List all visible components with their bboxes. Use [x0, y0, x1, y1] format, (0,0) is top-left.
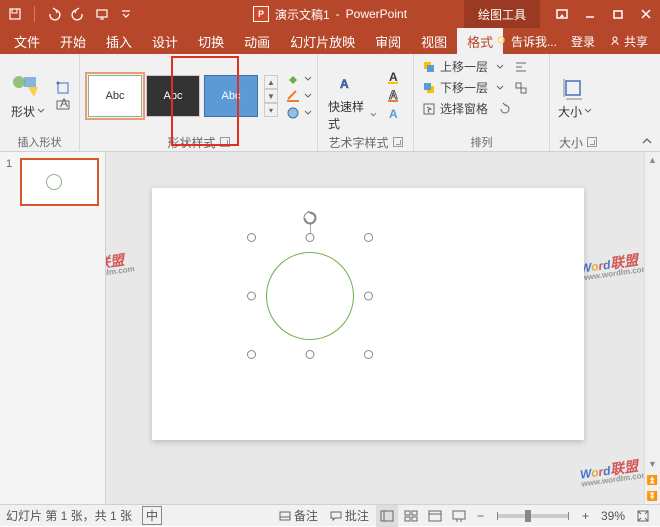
- redo-icon[interactable]: [71, 7, 85, 21]
- resize-handle[interactable]: [306, 350, 315, 359]
- svg-text:A: A: [389, 107, 398, 121]
- shape-style-1[interactable]: Abc: [88, 75, 142, 117]
- next-slide-icon[interactable]: ⏬: [645, 488, 660, 504]
- tab-file[interactable]: 文件: [4, 28, 50, 54]
- shape-fill-button[interactable]: [286, 72, 312, 86]
- close-button[interactable]: [632, 0, 660, 28]
- quick-styles-button[interactable]: A 快速样式: [326, 58, 379, 134]
- tab-slideshow[interactable]: 幻灯片放映: [280, 28, 365, 54]
- resize-handle[interactable]: [364, 292, 373, 301]
- signin-button[interactable]: 登录: [565, 28, 601, 54]
- resize-handle[interactable]: [247, 350, 256, 359]
- tab-insert[interactable]: 插入: [96, 28, 142, 54]
- gallery-up-icon[interactable]: ▲: [264, 75, 278, 89]
- fit-to-window-icon[interactable]: [632, 505, 654, 527]
- svg-text:A: A: [340, 77, 349, 91]
- shape-style-gallery[interactable]: Abc Abc Abc ▲ ▼ ▾: [88, 75, 278, 117]
- slide-thumbnail-1[interactable]: 1: [6, 158, 99, 206]
- reading-view-icon[interactable]: [424, 505, 446, 527]
- tab-animations[interactable]: 动画: [234, 28, 280, 54]
- resize-handle[interactable]: [364, 233, 373, 242]
- size-button[interactable]: 大小: [558, 73, 592, 120]
- wordart-launcher-icon[interactable]: [393, 137, 403, 147]
- slideshow-view-icon[interactable]: [448, 505, 470, 527]
- shape-styles-launcher-icon[interactable]: [220, 137, 230, 147]
- start-from-beginning-icon[interactable]: [95, 7, 109, 21]
- minimize-button[interactable]: [576, 0, 604, 28]
- svg-text:A: A: [60, 98, 68, 110]
- text-outline-icon[interactable]: A: [387, 89, 405, 103]
- resize-handle[interactable]: [247, 292, 256, 301]
- window-title: P 演示文稿1-PowerPoint: [253, 6, 407, 23]
- contextual-tab-label: 绘图工具: [464, 0, 540, 28]
- group-shape-styles-label: 形状样式: [167, 134, 215, 151]
- slide-canvas-area[interactable]: Word联盟www.wordlm.com Word联盟www.wordlm.co…: [106, 152, 660, 504]
- gallery-down-icon[interactable]: ▼: [264, 89, 278, 103]
- group-arrange-label: 排列: [422, 134, 541, 150]
- sorter-view-icon[interactable]: [400, 505, 422, 527]
- tab-transitions[interactable]: 切换: [188, 28, 234, 54]
- size-launcher-icon[interactable]: [587, 137, 597, 147]
- slide-indicator: 幻灯片 第 1 张，共 1 张: [6, 507, 132, 524]
- zoom-in-button[interactable]: +: [577, 505, 594, 527]
- prev-slide-icon[interactable]: ⏫: [645, 472, 660, 488]
- ribbon-display-options-icon[interactable]: [548, 0, 576, 28]
- group-size-label: 大小: [559, 134, 583, 151]
- language-indicator[interactable]: 中: [142, 506, 162, 525]
- resize-handle[interactable]: [247, 233, 256, 242]
- tab-design[interactable]: 设计: [142, 28, 188, 54]
- text-box-icon[interactable]: A: [56, 98, 70, 112]
- slide-thumbnail-panel: 1: [0, 152, 106, 504]
- resize-handle[interactable]: [364, 350, 373, 359]
- align-icon[interactable]: [514, 60, 528, 74]
- scroll-down-icon[interactable]: ▼: [645, 456, 660, 472]
- group-wordart-styles-label: 艺术字样式: [328, 134, 388, 151]
- comments-button[interactable]: 批注: [325, 505, 374, 527]
- qat-customize-icon[interactable]: [119, 7, 133, 21]
- vertical-scrollbar[interactable]: ▲ ▼ ⏫ ⏬: [644, 152, 660, 504]
- tab-review[interactable]: 审阅: [365, 28, 411, 54]
- zoom-out-button[interactable]: −: [472, 505, 489, 527]
- rotation-handle-icon[interactable]: [302, 210, 318, 226]
- gallery-more-icon[interactable]: ▾: [264, 103, 278, 117]
- group-insert-shapes-label: 插入形状: [8, 134, 71, 150]
- tell-me-button[interactable]: 告诉我...: [488, 28, 563, 54]
- text-fill-icon[interactable]: A: [387, 71, 405, 85]
- group-icon[interactable]: [514, 81, 528, 95]
- shapes-button[interactable]: 形状: [8, 71, 48, 122]
- rotate-icon[interactable]: [498, 102, 512, 116]
- shape-style-3[interactable]: Abc: [204, 75, 258, 117]
- collapse-ribbon-icon[interactable]: [638, 135, 656, 149]
- selection-pane-button[interactable]: 选择窗格: [422, 100, 512, 117]
- edit-shape-icon[interactable]: [56, 81, 70, 95]
- text-effects-icon[interactable]: A: [387, 107, 405, 121]
- bring-forward-button[interactable]: 上移一层: [422, 58, 528, 75]
- shape-outline-button[interactable]: [286, 89, 312, 103]
- save-icon[interactable]: [8, 7, 22, 21]
- zoom-level[interactable]: 39%: [596, 505, 630, 527]
- shape-effects-button[interactable]: [286, 106, 312, 120]
- share-button[interactable]: 共享: [603, 28, 654, 54]
- resize-handle[interactable]: [306, 233, 315, 242]
- watermark: Word联盟www.wordlm.com: [106, 247, 135, 282]
- notes-button[interactable]: 备注: [274, 505, 323, 527]
- tab-view[interactable]: 视图: [411, 28, 457, 54]
- tab-home[interactable]: 开始: [50, 28, 96, 54]
- shape-style-2[interactable]: Abc: [146, 75, 200, 117]
- restore-button[interactable]: [604, 0, 632, 28]
- powerpoint-icon: P: [253, 6, 269, 22]
- watermark: Word联盟www.wordlm.com: [579, 247, 650, 282]
- slide[interactable]: [152, 188, 584, 440]
- zoom-slider[interactable]: [497, 514, 569, 518]
- normal-view-icon[interactable]: [376, 505, 398, 527]
- undo-icon[interactable]: [47, 7, 61, 21]
- scroll-up-icon[interactable]: ▲: [645, 152, 660, 168]
- watermark: Word联盟www.wordlm.com: [579, 453, 650, 488]
- selected-shape[interactable]: [252, 238, 368, 354]
- send-backward-button[interactable]: 下移一层: [422, 79, 528, 96]
